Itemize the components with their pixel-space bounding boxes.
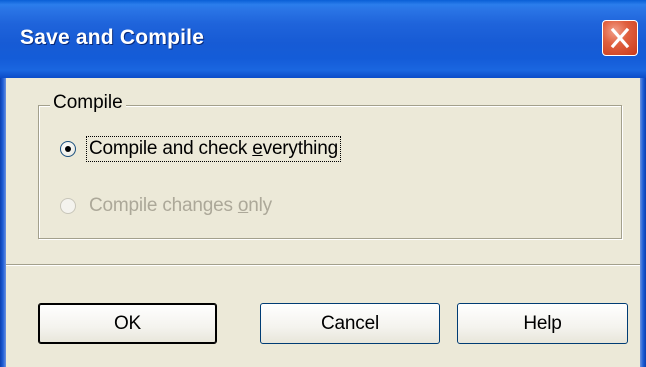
dialog-separator <box>6 264 640 266</box>
compile-groupbox-legend: Compile <box>50 92 126 114</box>
radio-compile-and-check-everything[interactable]: Compile and check everything <box>60 136 341 162</box>
save-and-compile-dialog: Save and Compile Compile Compile and che… <box>0 0 646 367</box>
close-icon <box>610 27 630 49</box>
title-bar[interactable]: Save and Compile <box>0 0 646 78</box>
ok-button[interactable]: OK <box>38 303 217 344</box>
compile-groupbox <box>38 105 622 239</box>
radio-label-compile-changes-only: Compile changes only <box>89 195 272 216</box>
window-title: Save and Compile <box>20 26 205 49</box>
help-button[interactable]: Help <box>457 303 628 344</box>
radio-button-disabled <box>60 198 76 214</box>
radio-label-compile-and-check-everything[interactable]: Compile and check everything <box>86 136 341 162</box>
close-button[interactable] <box>602 20 638 56</box>
window-frame-right <box>640 78 646 367</box>
window-frame-left <box>0 78 6 367</box>
cancel-button[interactable]: Cancel <box>260 303 440 344</box>
radio-compile-changes-only: Compile changes only <box>60 194 274 218</box>
radio-button-checked[interactable] <box>60 141 76 157</box>
